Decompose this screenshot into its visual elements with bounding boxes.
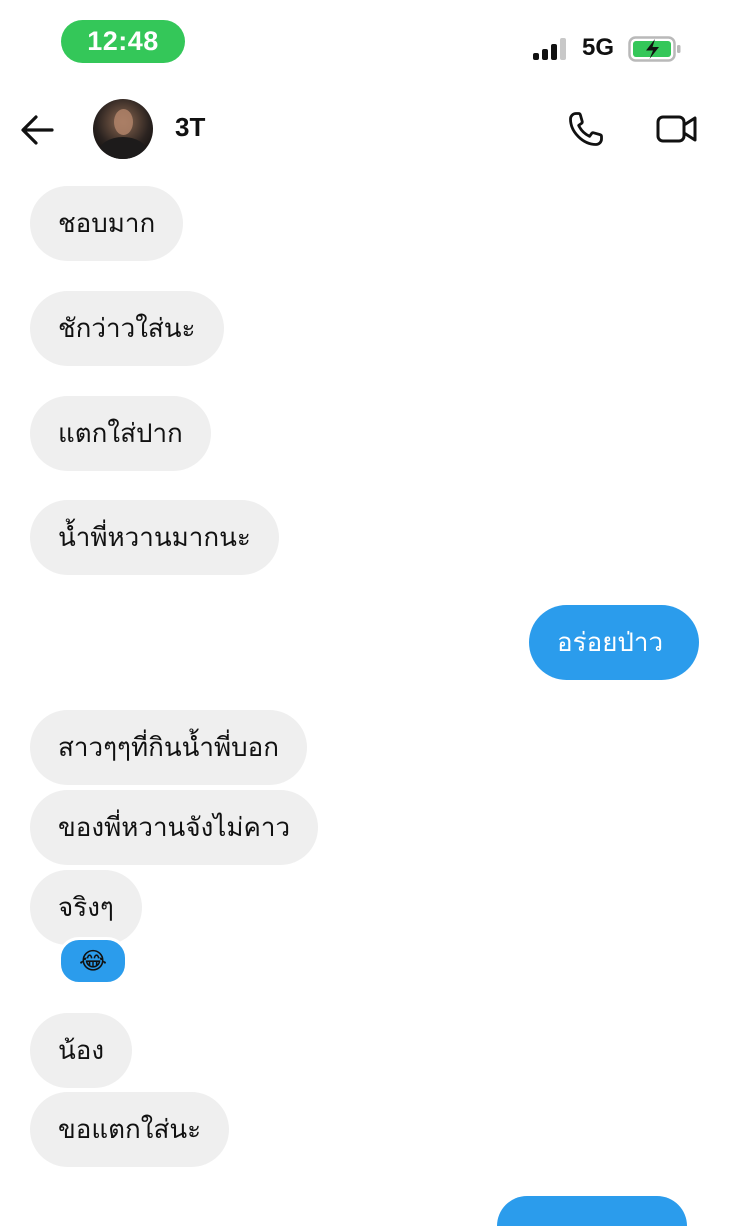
back-arrow-icon[interactable]: [18, 110, 58, 150]
message-bubble-incoming[interactable]: น้อง: [30, 1013, 133, 1088]
reaction-emoji-icon: 😂: [78, 947, 108, 975]
message-text: สาวๆๆที่กินน้ำพี่บอก: [58, 733, 280, 763]
message-text: ของพี่หวานจังไม่คาว: [58, 813, 291, 843]
message-bubble-outgoing[interactable]: อร่อยป่าว: [529, 605, 699, 680]
message-text: จริงๆ: [58, 893, 114, 923]
message-text: อร่อยป่าว: [557, 628, 664, 658]
battery-charging-icon: [628, 36, 681, 62]
message-text: ชักว่าวใส่นะ: [58, 314, 196, 344]
network-type: 5G: [582, 34, 615, 61]
laughing-emoji-reaction[interactable]: 😂: [58, 937, 128, 985]
message-bubble-incoming[interactable]: ชักว่าวใส่นะ: [30, 291, 224, 366]
message-text: ขอแตกใส่นะ: [58, 1115, 202, 1145]
video-camera-icon[interactable]: [656, 112, 698, 146]
message-bubble-incoming[interactable]: แตกใส่ปาก: [30, 396, 211, 471]
message-text: แตกใส่ปาก: [58, 419, 183, 449]
message-bubble-incoming[interactable]: ขอแตกใส่นะ: [30, 1092, 230, 1167]
message-bubble-incoming[interactable]: จริงๆ: [30, 870, 142, 945]
contact-avatar[interactable]: [93, 99, 153, 159]
phone-icon[interactable]: [567, 110, 605, 148]
message-bubble-incoming[interactable]: น้ำพี่หวานมากนะ: [30, 500, 279, 575]
status-time: 12:48: [61, 20, 185, 63]
signal-strength-icon: [533, 36, 571, 60]
message-bubble-incoming[interactable]: ชอบมาก: [30, 186, 184, 261]
message-bubble-incoming[interactable]: สาวๆๆที่กินน้ำพี่บอก: [30, 710, 308, 785]
message-text: น้ำพี่หวานมากนะ: [58, 523, 251, 553]
message-text: น้อง: [58, 1036, 105, 1066]
message-text: ชอบมาก: [58, 209, 156, 239]
message-bubble-incoming[interactable]: ของพี่หวานจังไม่คาว: [30, 790, 319, 865]
message-bubble-outgoing-partial[interactable]: [497, 1196, 687, 1226]
contact-name[interactable]: 3T: [175, 112, 205, 143]
